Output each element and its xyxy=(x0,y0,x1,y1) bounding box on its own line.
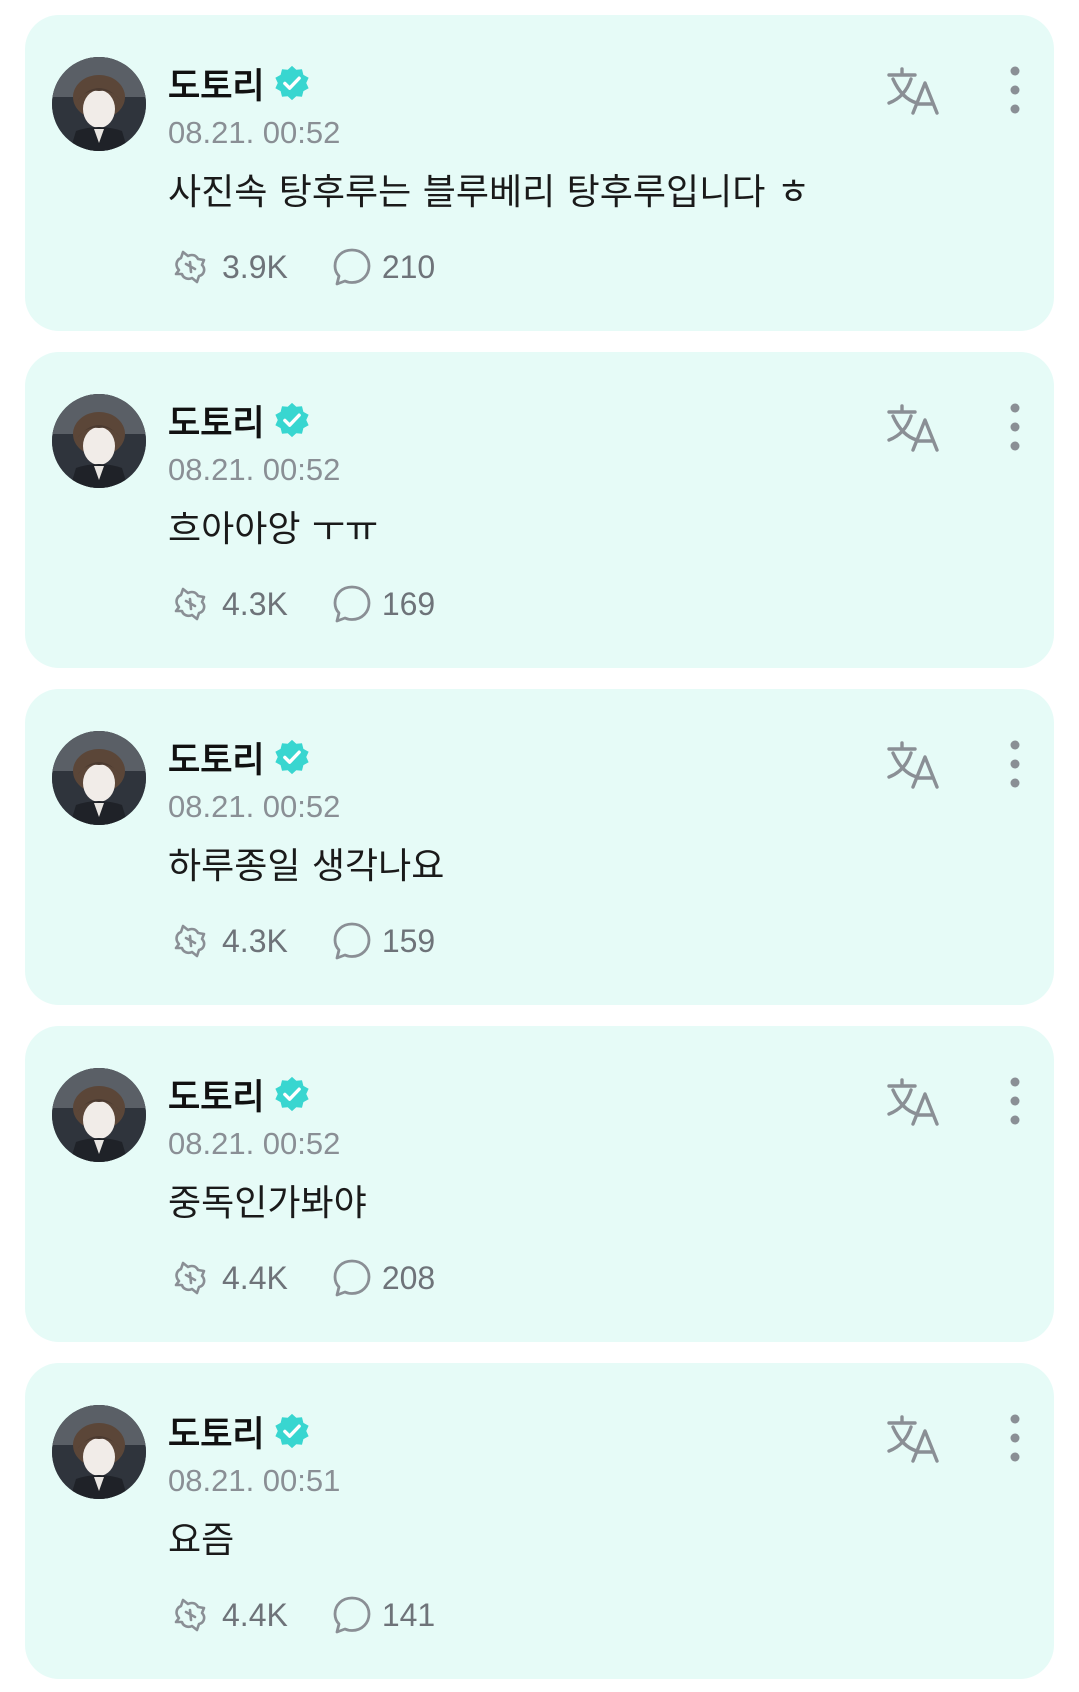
translate-button[interactable] xyxy=(883,1411,943,1467)
post-text: 중독인가봐야 xyxy=(168,1183,367,1224)
reaction-button[interactable]: 4.4K xyxy=(170,1594,288,1636)
post-text: 사진속 탕후루는 블루베리 탕후루입니다 ㅎ xyxy=(168,172,810,213)
comment-bubble-icon xyxy=(333,1596,371,1634)
verified-badge-icon xyxy=(274,65,309,101)
comment-button[interactable]: 169 xyxy=(332,584,435,624)
comment-bubble-icon xyxy=(333,248,371,286)
more-vertical-icon xyxy=(1010,1077,1020,1125)
post-timestamp: 08.21. 00:51 xyxy=(168,1463,341,1498)
comment-count: 159 xyxy=(381,922,436,959)
post-actions: 4.3K 169 xyxy=(170,580,435,628)
more-options-button[interactable] xyxy=(1000,737,1030,793)
post-text: 하루종일 생각나요 xyxy=(168,846,445,887)
post-timestamp: 08.21. 00:52 xyxy=(168,115,341,150)
author-avatar[interactable] xyxy=(52,731,146,825)
post-text: 요즘 xyxy=(168,1520,235,1561)
more-vertical-icon xyxy=(1010,403,1020,451)
reaction-icon xyxy=(174,1261,206,1295)
more-options-button[interactable] xyxy=(1000,1074,1030,1130)
more-options-button[interactable] xyxy=(1000,400,1030,456)
avatar-image xyxy=(52,1068,146,1162)
translate-button[interactable] xyxy=(883,400,943,456)
avatar-image xyxy=(52,57,146,151)
comment-button[interactable]: 208 xyxy=(332,1258,435,1298)
reaction-count: 4.4K xyxy=(222,1596,288,1633)
post-actions: 4.3K 159 xyxy=(170,917,435,965)
post-feed: 도토리 08.21. 00:52 사진속 탕후루는 블루베리 탕후루입니다 ㅎ … xyxy=(0,0,1079,1692)
author-avatar[interactable] xyxy=(52,1068,146,1162)
comment-button[interactable]: 141 xyxy=(332,1595,435,1635)
post-card[interactable]: 도토리 08.21. 00:51 요즘 4.4K 141 xyxy=(25,1363,1054,1679)
author-row: 도토리 xyxy=(168,396,311,444)
post-card[interactable]: 도토리 08.21. 00:52 중독인가봐야 4.4K 208 xyxy=(25,1026,1054,1342)
author-name[interactable]: 도토리 xyxy=(168,732,265,783)
comment-bubble-icon xyxy=(333,1259,371,1297)
post-timestamp: 08.21. 00:52 xyxy=(168,1126,341,1161)
comment-bubble-icon xyxy=(333,922,371,960)
verified-badge-icon xyxy=(274,1413,309,1449)
post-actions: 4.4K 141 xyxy=(170,1591,435,1639)
reaction-icon xyxy=(174,1598,206,1632)
translate-icon xyxy=(887,741,939,789)
avatar-image xyxy=(52,394,146,488)
author-avatar[interactable] xyxy=(52,1405,146,1499)
comment-button[interactable]: 210 xyxy=(332,247,435,287)
author-avatar[interactable] xyxy=(52,57,146,151)
post-text: 흐아아앙 ㅜㅠ xyxy=(168,509,379,550)
author-row: 도토리 xyxy=(168,1070,311,1118)
reaction-icon xyxy=(174,250,206,284)
post-timestamp: 08.21. 00:52 xyxy=(168,452,341,487)
reaction-count: 4.3K xyxy=(222,585,288,622)
post-timestamp: 08.21. 00:52 xyxy=(168,789,341,824)
translate-button[interactable] xyxy=(883,737,943,793)
more-vertical-icon xyxy=(1010,740,1020,788)
reaction-icon xyxy=(174,587,206,621)
comment-count: 169 xyxy=(381,585,436,622)
author-avatar[interactable] xyxy=(52,394,146,488)
verified-badge-icon xyxy=(274,739,309,775)
translate-icon xyxy=(887,1415,939,1463)
author-row: 도토리 xyxy=(168,59,311,107)
reaction-count: 4.3K xyxy=(222,922,288,959)
translate-button[interactable] xyxy=(883,63,943,119)
author-row: 도토리 xyxy=(168,733,311,781)
reaction-count: 4.4K xyxy=(222,1259,288,1296)
author-name[interactable]: 도토리 xyxy=(168,395,265,446)
avatar-image xyxy=(52,731,146,825)
post-card[interactable]: 도토리 08.21. 00:52 흐아아앙 ㅜㅠ 4.3K 169 xyxy=(25,352,1054,668)
post-actions: 3.9K 210 xyxy=(170,243,435,291)
author-name[interactable]: 도토리 xyxy=(168,1069,265,1120)
translate-icon xyxy=(887,67,939,115)
author-name[interactable]: 도토리 xyxy=(168,58,265,109)
post-card[interactable]: 도토리 08.21. 00:52 하루종일 생각나요 4.3K 159 xyxy=(25,689,1054,1005)
verified-badge-icon xyxy=(274,402,309,438)
reaction-count: 3.9K xyxy=(222,248,288,285)
reaction-icon xyxy=(174,924,206,958)
translate-button[interactable] xyxy=(883,1074,943,1130)
more-options-button[interactable] xyxy=(1000,63,1030,119)
reaction-button[interactable]: 4.3K xyxy=(170,583,288,625)
post-card[interactable]: 도토리 08.21. 00:52 사진속 탕후루는 블루베리 탕후루입니다 ㅎ … xyxy=(25,15,1054,331)
comment-bubble-icon xyxy=(333,585,371,623)
translate-icon xyxy=(887,404,939,452)
author-row: 도토리 xyxy=(168,1407,311,1455)
reaction-button[interactable]: 4.4K xyxy=(170,1257,288,1299)
comment-count: 210 xyxy=(381,248,436,285)
translate-icon xyxy=(887,1078,939,1126)
comment-button[interactable]: 159 xyxy=(332,921,435,961)
comment-count: 208 xyxy=(381,1259,436,1296)
post-actions: 4.4K 208 xyxy=(170,1254,435,1302)
reaction-button[interactable]: 4.3K xyxy=(170,920,288,962)
author-name[interactable]: 도토리 xyxy=(168,1406,265,1457)
more-options-button[interactable] xyxy=(1000,1411,1030,1467)
more-vertical-icon xyxy=(1010,1414,1020,1462)
avatar-image xyxy=(52,1405,146,1499)
more-vertical-icon xyxy=(1010,66,1020,114)
verified-badge-icon xyxy=(274,1076,309,1112)
comment-count: 141 xyxy=(381,1596,436,1633)
reaction-button[interactable]: 3.9K xyxy=(170,246,288,288)
